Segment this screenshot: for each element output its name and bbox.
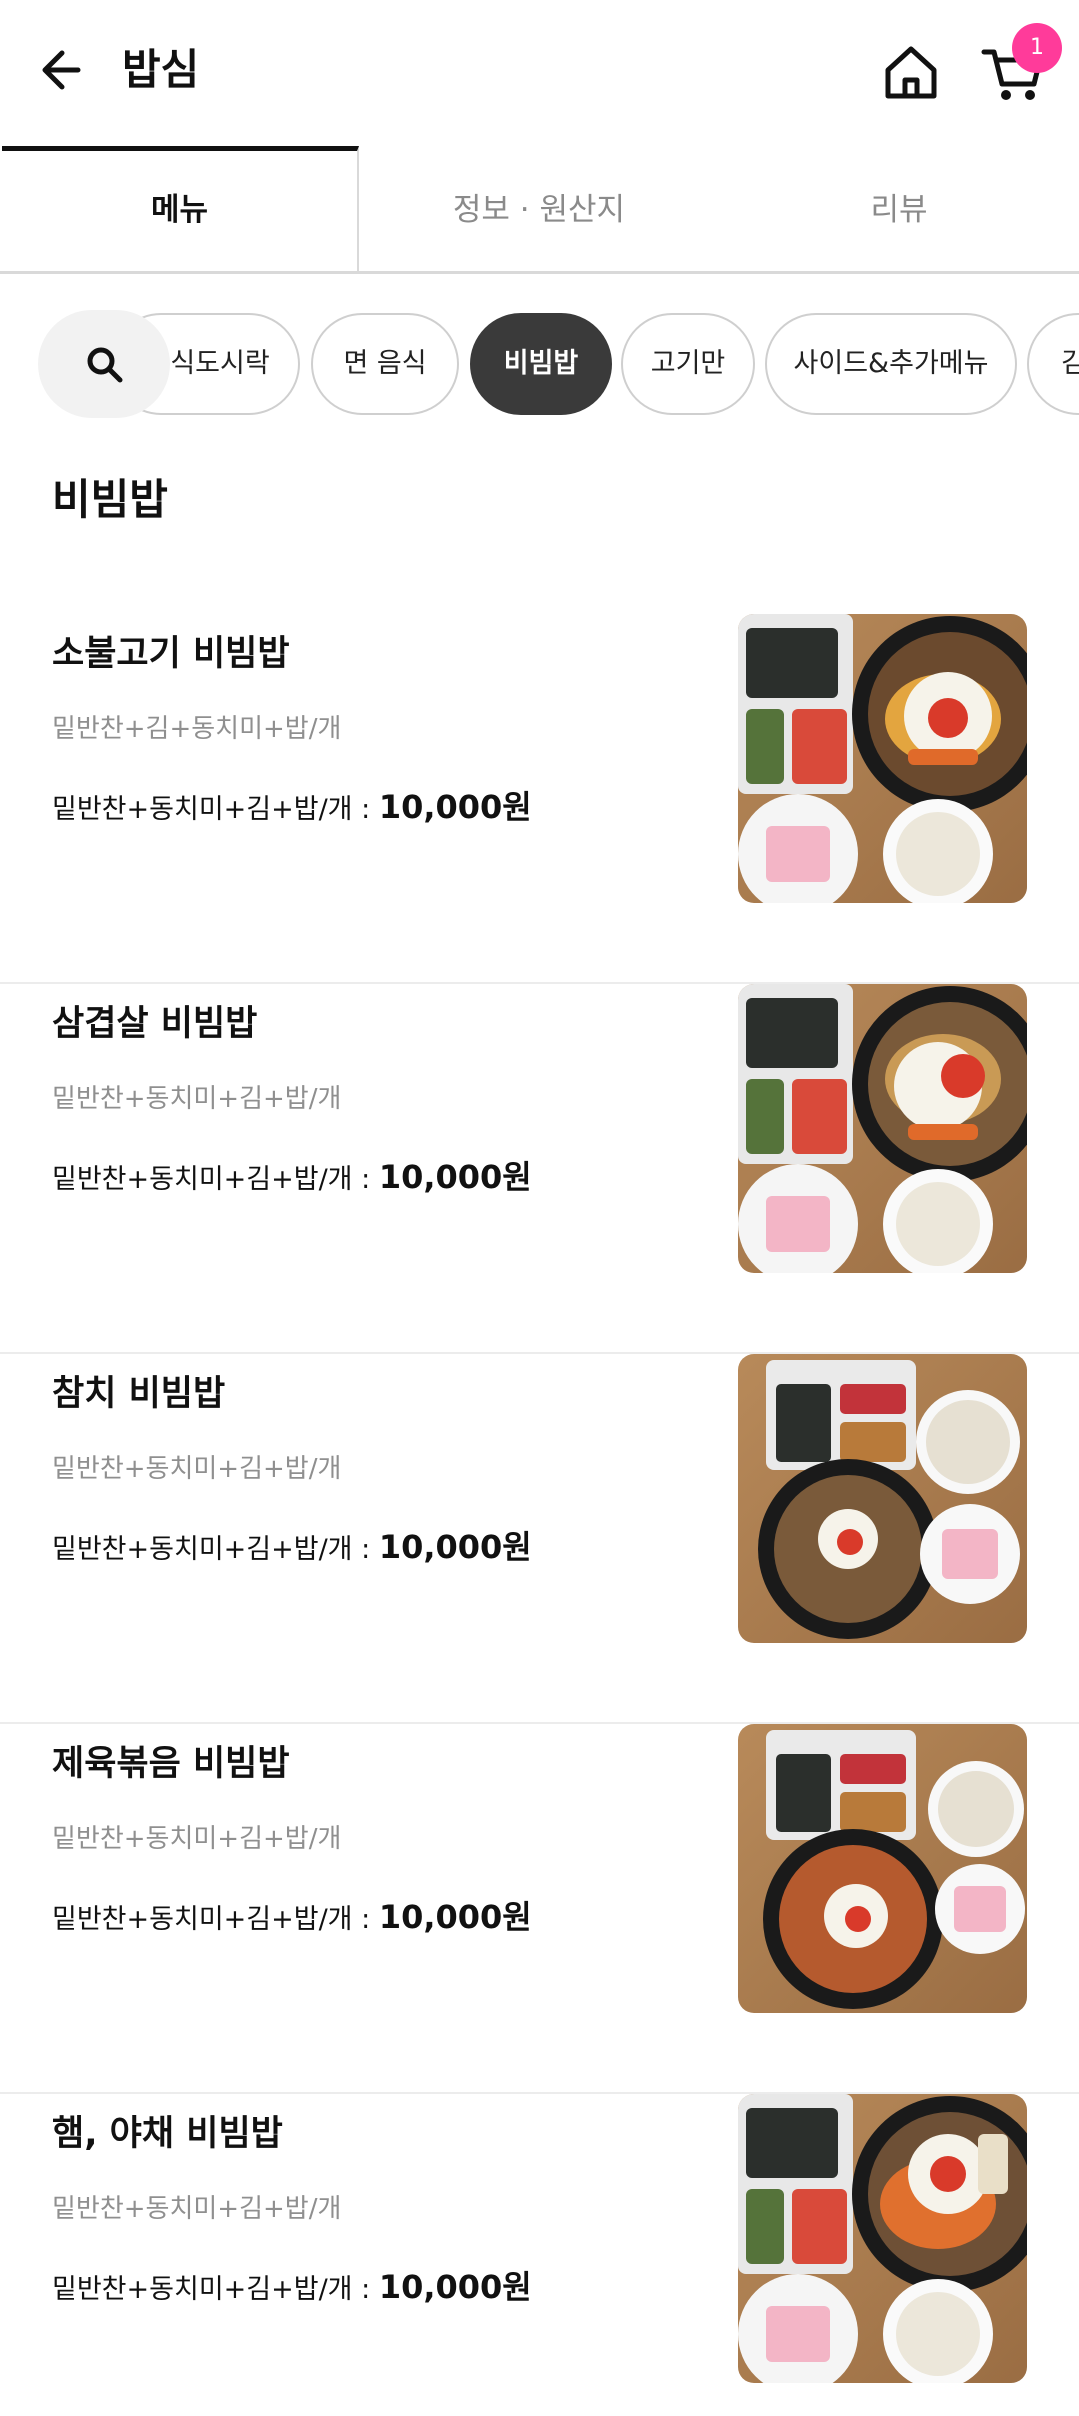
menu-item-price: 10,000원 [378,1158,532,1196]
menu-item-option: 밑반찬+동치미+김+밥/개 : [52,794,371,825]
menu-search-button[interactable] [38,310,170,418]
category-chip-bibimbap[interactable]: 비빔밥 [470,313,612,415]
menu-item-price-row: 밑반찬+동치미+김+밥/개 : 10,000원 [52,2262,532,2315]
menu-item[interactable]: 소불고기 비빔밥 밑반찬+김+동치미+밥/개 밑반찬+동치미+김+밥/개 : 1… [0,614,1079,984]
tab-reviews[interactable]: 리뷰 [719,146,1079,271]
menu-item-name: 참치 비빔밥 [52,1374,226,1414]
tab-menu[interactable]: 메뉴 [2,146,359,271]
store-tabs: 메뉴 정보 · 원산지 리뷰 [0,146,1079,274]
menu-item-option: 밑반찬+동치미+김+밥/개 : [52,1904,371,1935]
category-chip-gim[interactable]: 김 [1027,313,1079,415]
category-chip-meat-only[interactable]: 고기만 [621,313,755,415]
menu-item-price-row: 밑반찬+동치미+김+밥/개 : 10,000원 [52,1152,532,1205]
section-title: 비빔밥 [52,475,168,524]
category-chip-side-extra[interactable]: 사이드&추가메뉴 [765,313,1017,415]
menu-item-name: 햄, 야채 비빔밥 [52,2114,283,2154]
cart-count-badge: 1 [1012,23,1062,73]
menu-item[interactable]: 햄, 야채 비빔밥 밑반찬+동치미+김+밥/개 밑반찬+동치미+김+밥/개 : … [0,2094,1079,2416]
menu-item-option: 밑반찬+동치미+김+밥/개 : [52,2274,371,2305]
menu-item-price: 10,000원 [378,1528,532,1566]
category-chip-noodles[interactable]: 면 음식 [311,313,459,415]
menu-item-price-row: 밑반찬+동치미+김+밥/개 : 10,000원 [52,782,532,835]
menu-item-price: 10,000원 [378,788,532,826]
menu-item-description: 밑반찬+동치미+김+밥/개 [52,1454,342,1484]
back-arrow-icon[interactable] [34,40,94,100]
home-icon[interactable] [878,40,944,106]
bibimbap-photo[interactable] [738,2094,1027,2383]
top-app-bar: 밥심 1 [0,0,1079,146]
menu-item-price: 10,000원 [378,2268,532,2306]
menu-item-option: 밑반찬+동치미+김+밥/개 : [52,1164,371,1195]
search-icon [87,347,123,383]
tab-info-origin[interactable]: 정보 · 원산지 [359,146,719,271]
menu-item[interactable]: 제육볶음 비빔밥 밑반찬+동치미+김+밥/개 밑반찬+동치미+김+밥/개 : 1… [0,1724,1079,2094]
menu-item-price: 10,000원 [378,1898,532,1936]
bibimbap-photo[interactable] [738,1724,1027,2013]
bibimbap-photo[interactable] [738,1354,1027,1643]
menu-item-description: 밑반찬+동치미+김+밥/개 [52,2194,342,2224]
menu-item-name: 소불고기 비빔밥 [52,634,290,674]
menu-item-name: 삼겹살 비빔밥 [52,1004,258,1044]
store-title: 밥심 [122,45,200,94]
menu-item[interactable]: 삼겹살 비빔밥 밑반찬+동치미+김+밥/개 밑반찬+동치미+김+밥/개 : 10… [0,984,1079,1354]
bibimbap-photo[interactable] [738,614,1027,903]
category-chip-bar: 식도시락 면 음식 비빔밥 고기만 사이드&추가메뉴 김 [0,306,1079,422]
menu-item-description: 밑반찬+김+동치미+밥/개 [52,714,342,744]
bibimbap-photo[interactable] [738,984,1027,1273]
menu-item-price-row: 밑반찬+동치미+김+밥/개 : 10,000원 [52,1892,532,1945]
menu-item-price-row: 밑반찬+동치미+김+밥/개 : 10,000원 [52,1522,532,1575]
menu-item[interactable]: 참치 비빔밥 밑반찬+동치미+김+밥/개 밑반찬+동치미+김+밥/개 : 10,… [0,1354,1079,1724]
menu-item-option: 밑반찬+동치미+김+밥/개 : [52,1534,371,1565]
menu-item-description: 밑반찬+동치미+김+밥/개 [52,1084,342,1114]
menu-item-name: 제육볶음 비빔밥 [52,1744,290,1784]
menu-item-description: 밑반찬+동치미+김+밥/개 [52,1824,342,1854]
